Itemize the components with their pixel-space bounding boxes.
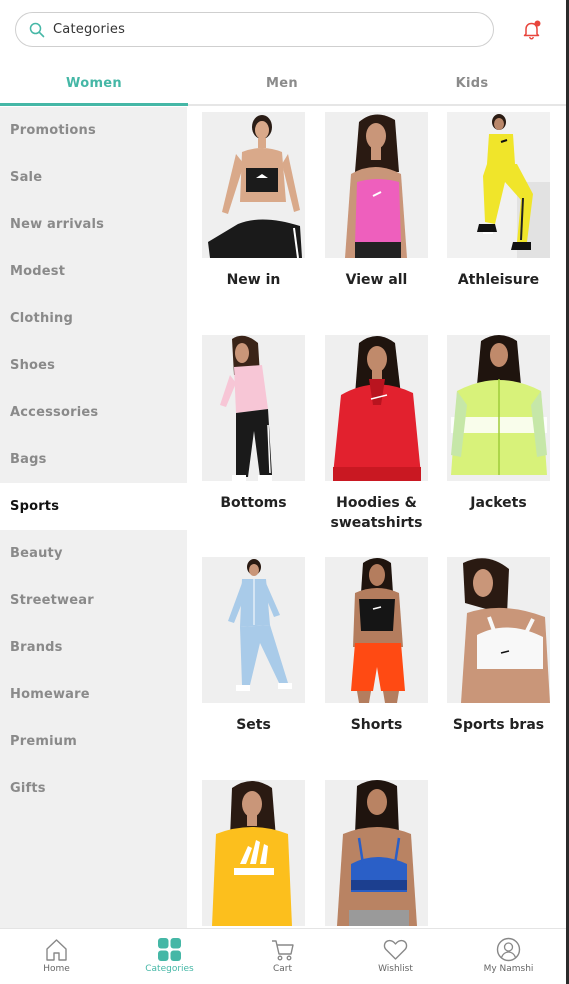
tab-kids-label: Kids	[455, 76, 489, 91]
active-tab-indicator	[0, 103, 188, 106]
sidebar-item-new-arrivals[interactable]: New arrivals	[0, 201, 187, 248]
nav-home-label: Home	[43, 964, 70, 974]
tab-men-label: Men	[266, 76, 298, 91]
product-image	[447, 557, 550, 703]
tile-label: Jackets	[470, 495, 527, 511]
cart-icon	[272, 940, 294, 961]
nav-cart-label: Cart	[272, 964, 293, 974]
gender-tabs: Women Men Kids	[0, 64, 566, 106]
home-icon	[46, 939, 67, 961]
product-image	[202, 780, 305, 926]
sidebar-item-premium[interactable]: Premium	[0, 718, 187, 765]
nav-home[interactable]: Home	[0, 929, 113, 984]
tab-women[interactable]: Women	[0, 64, 188, 106]
tile-label: Athleisure	[457, 272, 540, 288]
user-icon	[496, 937, 521, 962]
sidebar-item-modest[interactable]: Modest	[0, 248, 187, 295]
sidebar-item-brands[interactable]: Brands	[0, 624, 187, 671]
notification-bell-icon[interactable]	[521, 19, 543, 41]
nav-categories[interactable]: Categories	[113, 929, 226, 984]
tile-label: Sets	[236, 717, 271, 733]
app-screen: Categories Women Men Kids Promotions Sal…	[0, 0, 566, 984]
sidebar-item-sale[interactable]: Sale	[0, 154, 187, 201]
product-image	[202, 335, 305, 481]
tile-label: Hoodies & sweatshirts	[330, 495, 423, 531]
nav-cart[interactable]: Cart	[226, 929, 339, 984]
bottom-navigation: Home Categories Cart Wishlist My Namshi	[0, 928, 566, 984]
category-sidebar: Promotions Sale New arrivals Modest Clot…	[0, 107, 187, 929]
sidebar-item-accessories[interactable]: Accessories	[0, 389, 187, 436]
nav-my-namshi[interactable]: My Namshi	[452, 929, 565, 984]
tile-label: Shorts	[350, 717, 403, 733]
search-icon	[29, 22, 45, 38]
nav-my-namshi-label: My Namshi	[483, 964, 534, 974]
product-image	[202, 557, 305, 703]
product-image	[202, 112, 305, 258]
heart-icon	[383, 939, 408, 960]
sidebar-item-sports[interactable]: Sports	[0, 483, 187, 530]
tile-label: New in	[226, 272, 281, 288]
tab-kids[interactable]: Kids	[378, 64, 566, 106]
grid-icon	[158, 938, 181, 961]
sidebar-item-bags[interactable]: Bags	[0, 436, 187, 483]
tile-label: Bottoms	[220, 495, 287, 511]
nav-categories-label: Categories	[145, 964, 194, 974]
sidebar-item-promotions[interactable]: Promotions	[0, 107, 187, 154]
product-image	[447, 335, 550, 481]
product-image	[325, 112, 428, 258]
sidebar-item-shoes[interactable]: Shoes	[0, 342, 187, 389]
tile-label: Sports bras	[452, 717, 545, 733]
sidebar-item-homeware[interactable]: Homeware	[0, 671, 187, 718]
product-image	[447, 112, 550, 258]
search-input[interactable]: Categories	[15, 12, 494, 47]
product-image	[325, 335, 428, 481]
sidebar-item-streetwear[interactable]: Streetwear	[0, 577, 187, 624]
search-placeholder: Categories	[53, 22, 126, 37]
nav-wishlist-label: Wishlist	[378, 964, 413, 974]
nav-wishlist[interactable]: Wishlist	[339, 929, 452, 984]
product-image	[325, 557, 428, 703]
tile-label: View all	[345, 272, 408, 288]
sidebar-item-gifts[interactable]: Gifts	[0, 765, 187, 812]
tab-men[interactable]: Men	[188, 64, 376, 106]
tab-women-label: Women	[66, 76, 122, 91]
sidebar-item-beauty[interactable]: Beauty	[0, 530, 187, 577]
sidebar-item-clothing[interactable]: Clothing	[0, 295, 187, 342]
product-image	[325, 780, 428, 926]
